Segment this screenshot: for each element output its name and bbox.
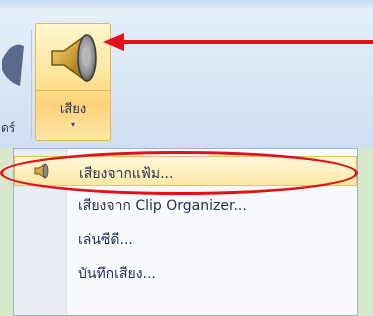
annotation-arrow [103, 33, 373, 51]
